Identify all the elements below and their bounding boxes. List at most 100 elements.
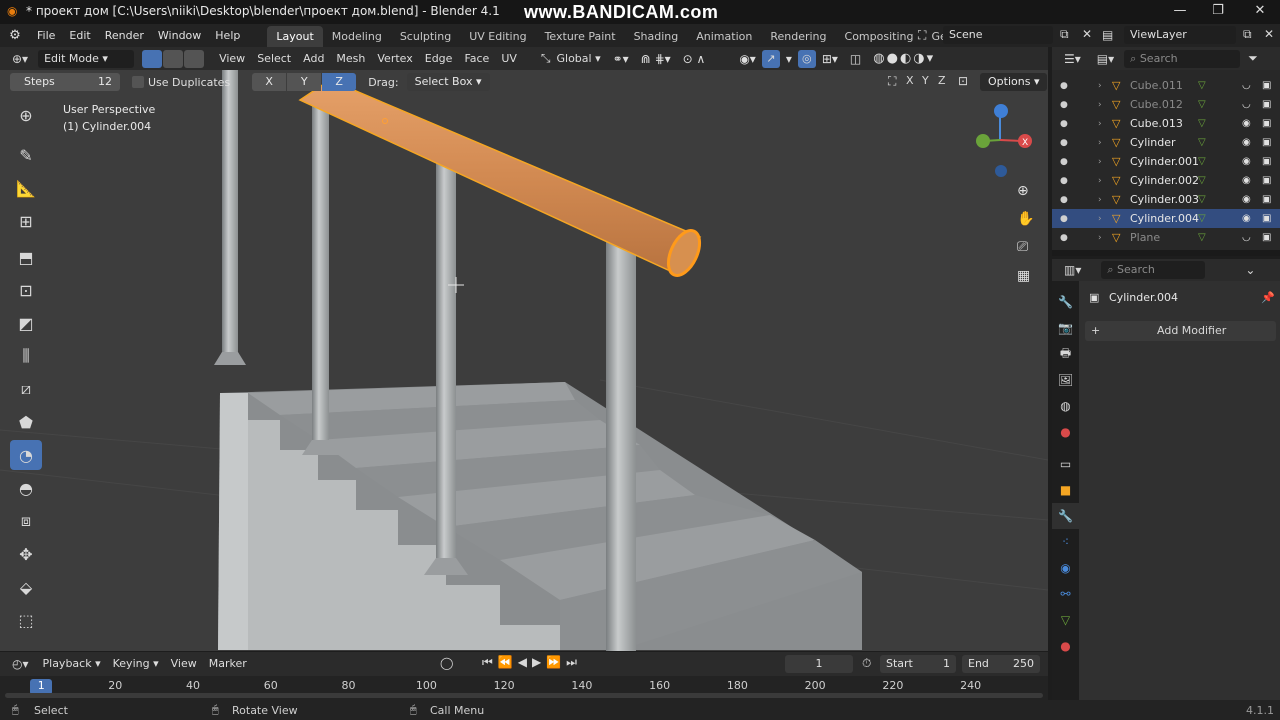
gizmo-options-icon[interactable]: ▾ — [780, 50, 798, 68]
outliner-row[interactable]: ● › ▽ Cube.013 ▽ ◉ ▣ — [1052, 114, 1280, 133]
hidden-dot-icon[interactable]: ● — [1060, 119, 1068, 129]
menu-window[interactable]: Window — [151, 24, 208, 47]
modifier-tab-icon[interactable]: 🔧 — [1052, 503, 1079, 529]
hidden-dot-icon[interactable]: ● — [1060, 138, 1068, 148]
minimize-icon[interactable]: — — [1160, 0, 1200, 24]
collection-tab-icon[interactable]: ▭ — [1052, 451, 1079, 477]
axis-y-button[interactable]: Y — [287, 73, 322, 91]
inset-tool-icon[interactable]: ⊡ — [10, 275, 42, 305]
tool-tab-icon[interactable]: 🔧 — [1052, 289, 1079, 315]
constraints-tab-icon[interactable]: ⚯ — [1052, 581, 1079, 607]
hidden-dot-icon[interactable]: ● — [1060, 195, 1068, 205]
outliner-row[interactable]: ● › ▽ Cube.012 ▽ ◡ ▣ — [1052, 95, 1280, 114]
material-tab-icon[interactable]: ● — [1052, 633, 1079, 659]
menu-uv[interactable]: UV — [495, 50, 523, 68]
render-camera-icon[interactable]: ▣ — [1262, 232, 1271, 243]
orientation-selector[interactable]: Global ▾ — [551, 50, 607, 68]
current-frame-field[interactable]: 1 — [785, 655, 853, 673]
loop-cut-tool-icon[interactable]: ⫼ — [10, 341, 42, 371]
outliner-search-input[interactable]: ⌕ Search — [1124, 49, 1241, 68]
axis-x-button[interactable]: X — [252, 73, 287, 91]
menu-edge[interactable]: Edge — [419, 50, 459, 68]
render-camera-icon[interactable]: ▣ — [1262, 175, 1271, 186]
menu-keying[interactable]: Keying ▾ — [107, 655, 165, 673]
visibility-eye-icon[interactable]: ◡ — [1242, 99, 1251, 110]
visibility-eye-icon[interactable]: ◉ — [1242, 156, 1251, 167]
outliner-row[interactable]: ● › ▽ Cylinder.004 ▽ ◉ ▣ — [1052, 209, 1280, 228]
tab-shading[interactable]: Shading — [625, 26, 688, 47]
add-modifier-button[interactable]: + Add Modifier — [1085, 321, 1276, 341]
options-menu[interactable]: Options ▾ — [980, 73, 1048, 91]
axis-z-button[interactable]: Z — [322, 73, 357, 91]
bevel-tool-icon[interactable]: ◩ — [10, 308, 42, 338]
overlay-toggle-icon[interactable]: ◎ — [797, 49, 816, 68]
tab-uv-editing[interactable]: UV Editing — [460, 26, 535, 47]
hidden-dot-icon[interactable]: ● — [1060, 214, 1068, 224]
outliner-row[interactable]: ● › ▽ Cube.011 ▽ ◡ ▣ — [1052, 76, 1280, 95]
expand-chevron-icon[interactable]: › — [1098, 81, 1102, 91]
shrink-fatten-tool-icon[interactable]: ✥ — [10, 539, 42, 569]
outliner-row[interactable]: ● › ▽ Plane ▽ ◡ ▣ — [1052, 228, 1280, 247]
visibility-eye-icon[interactable]: ◡ — [1242, 232, 1251, 243]
render-camera-icon[interactable]: ▣ — [1262, 156, 1271, 167]
menu-timeline-view[interactable]: View — [165, 655, 203, 673]
mirror-y-button[interactable]: Y — [922, 74, 929, 87]
cursor-tool-icon[interactable]: ⊕ — [10, 100, 42, 130]
zoom-icon[interactable]: ⊕ — [1017, 183, 1029, 199]
expand-chevron-icon[interactable]: › — [1098, 157, 1102, 167]
visibility-eye-icon[interactable]: ◉ — [1242, 137, 1251, 148]
render-tab-icon[interactable]: 📷 — [1052, 315, 1079, 341]
smooth-tool-icon[interactable]: ◓ — [10, 473, 42, 503]
expand-chevron-icon[interactable]: › — [1098, 119, 1102, 129]
outliner-row[interactable]: ● › ▽ Cylinder.003 ▽ ◉ ▣ — [1052, 190, 1280, 209]
stopwatch-icon[interactable]: ⏱ — [862, 656, 871, 671]
new-view-layer-icon[interactable]: ⧉ — [1243, 27, 1252, 42]
timeline-ruler[interactable]: 1 20 40 60 80 100 120 140 160 180 200 220 240 — [0, 676, 1048, 700]
visibility-eye-icon[interactable]: ◉ — [1242, 175, 1251, 186]
blender-menu-icon[interactable]: ⚙ — [0, 28, 30, 43]
render-camera-icon[interactable]: ▣ — [1262, 118, 1271, 129]
visibility-icon[interactable]: ◉▾ — [733, 50, 762, 68]
particles-tab-icon[interactable]: ⁖ — [1052, 529, 1079, 555]
use-duplicates-checkbox[interactable] — [132, 76, 144, 88]
timeline-scrollbar[interactable] — [5, 693, 1043, 698]
view-layer-selector[interactable]: ViewLayer — [1124, 26, 1236, 44]
pin-icon[interactable]: 📌 — [1261, 291, 1275, 304]
timeline-editor-icon[interactable]: ◴▾ — [12, 657, 29, 671]
menu-file[interactable]: File — [30, 24, 62, 47]
visibility-eye-icon[interactable]: ◉ — [1242, 118, 1251, 129]
end-frame-field[interactable]: End 250 — [962, 655, 1040, 673]
vertex-select-button[interactable] — [142, 49, 163, 68]
poly-build-tool-icon[interactable]: ⬟ — [10, 407, 42, 437]
knife-tool-icon[interactable]: ⧄ — [10, 374, 42, 404]
properties-search-input[interactable]: ⌕ Search — [1101, 261, 1206, 279]
expand-chevron-icon[interactable]: › — [1098, 176, 1102, 186]
visibility-eye-icon[interactable]: ◉ — [1242, 213, 1251, 224]
tab-compositing[interactable]: Compositing — [836, 26, 923, 47]
gizmo-toggle-icon[interactable]: ↗ — [761, 49, 780, 68]
visibility-eye-icon[interactable]: ◡ — [1242, 80, 1251, 91]
menu-playback[interactable]: Playback ▾ — [37, 655, 107, 673]
expand-chevron-icon[interactable]: › — [1098, 214, 1102, 224]
editor-type-icon[interactable]: ⊕▾ — [12, 52, 28, 66]
snap-icon[interactable]: ⋒ ⋕▾ — [635, 50, 677, 68]
menu-mesh[interactable]: Mesh — [330, 50, 371, 68]
menu-edit[interactable]: Edit — [62, 24, 97, 47]
outliner-row[interactable]: ● › ▽ Cylinder.002 ▽ ◉ ▣ — [1052, 171, 1280, 190]
3d-viewport[interactable]: X User Perspective (1) Cylinder.004 ⊕ ✋ … — [0, 70, 1048, 651]
annotate-tool-icon[interactable]: ✎ — [10, 140, 42, 170]
menu-face[interactable]: Face — [458, 50, 495, 68]
mesh-overlay-icon[interactable]: ⊞▾ — [816, 50, 844, 68]
render-camera-icon[interactable]: ▣ — [1262, 213, 1271, 224]
view-layer-tab-icon[interactable]: 🖼 — [1052, 367, 1079, 393]
scene-selector[interactable]: Scene — [943, 26, 1053, 44]
physics-tab-icon[interactable]: ◉ — [1052, 555, 1079, 581]
expand-chevron-icon[interactable]: › — [1098, 233, 1102, 243]
steps-field[interactable]: Steps 12 — [10, 73, 120, 91]
outliner-editor-icon[interactable]: ☰▾ — [1064, 52, 1081, 66]
outliner-row[interactable]: ● › ▽ Cylinder.001 ▽ ◉ ▣ — [1052, 152, 1280, 171]
expand-chevron-icon[interactable]: › — [1098, 195, 1102, 205]
menu-vertex[interactable]: Vertex — [371, 50, 418, 68]
render-camera-icon[interactable]: ▣ — [1262, 137, 1271, 148]
pivot-icon[interactable]: ⚭▾ — [607, 50, 635, 68]
